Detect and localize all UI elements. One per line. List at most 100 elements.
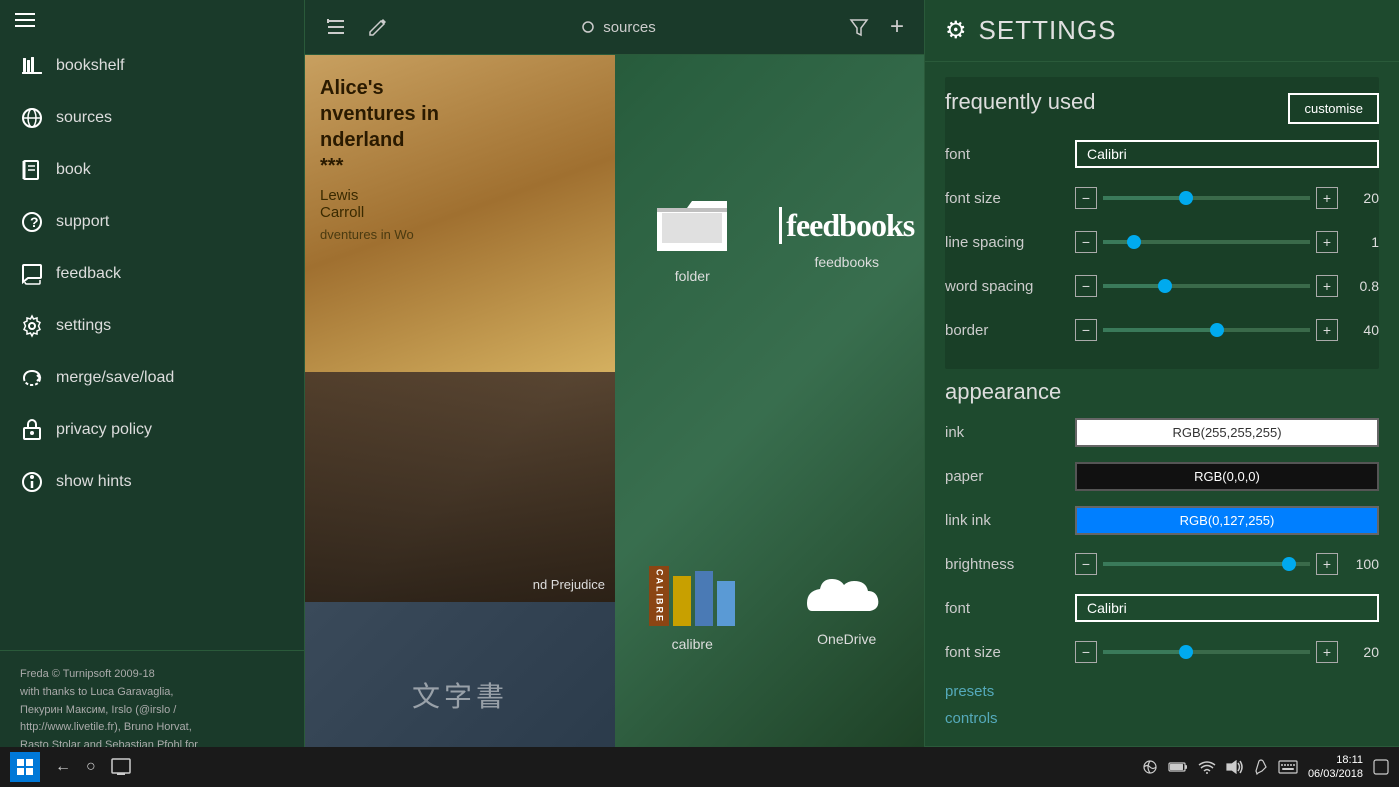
border-plus[interactable]: + (1316, 319, 1338, 341)
sidebar-item-book[interactable]: book (0, 144, 304, 196)
brightness-track[interactable] (1103, 562, 1310, 566)
fontsize-minus[interactable]: − (1075, 187, 1097, 209)
sidebar-label-hints: show hints (56, 473, 132, 491)
sidebar: bookshelf sources (0, 0, 305, 787)
paper-color-button[interactable]: RGB(0,0,0) (1075, 462, 1379, 491)
border-minus[interactable]: − (1075, 319, 1097, 341)
appfont-select[interactable]: Calibri (1075, 594, 1379, 622)
appfontsize-track[interactable] (1103, 650, 1310, 654)
wifi-icon[interactable] (1198, 760, 1216, 774)
sidebar-item-feedback[interactable]: feedback (0, 248, 304, 300)
font-control: Calibri (1075, 140, 1379, 168)
source-feedbooks[interactable]: feedbooks feedbooks (779, 207, 914, 270)
brightness-minus[interactable]: − (1075, 553, 1097, 575)
volume-icon[interactable] (1226, 760, 1244, 774)
linespacing-minus[interactable]: − (1075, 231, 1097, 253)
filter-icon[interactable] (848, 16, 870, 38)
customise-button[interactable]: customise (1288, 93, 1379, 124)
paper-control: RGB(0,0,0) (1075, 462, 1379, 491)
wordspacing-plus[interactable]: + (1316, 275, 1338, 297)
hamburger-menu[interactable] (15, 13, 35, 27)
sidebar-item-settings[interactable]: settings (0, 300, 304, 352)
edit-icon[interactable] (367, 16, 389, 38)
brightness-plus[interactable]: + (1316, 553, 1338, 575)
settings-header: ⚙ SETTINGS (925, 0, 1399, 62)
network-icon[interactable] (1142, 759, 1158, 775)
sidebar-item-privacy[interactable]: privacy policy (0, 404, 304, 456)
tablet-mode-button[interactable] (111, 758, 131, 776)
setting-row-wordspacing: word spacing − + 0.8 (945, 269, 1379, 303)
sidebar-item-bookshelf[interactable]: bookshelf (0, 40, 304, 92)
ink-control: RGB(255,255,255) (1075, 418, 1379, 447)
linespacing-label: line spacing (945, 234, 1075, 251)
controls-link[interactable]: controls (945, 706, 1379, 731)
calibre-logo: CALIBRE (649, 556, 735, 626)
start-button[interactable] (10, 752, 40, 782)
center-header: sources + (305, 0, 924, 55)
sidebar-item-hints[interactable]: show hints (0, 456, 304, 508)
settings-body: frequently used customise font Calibri f… (925, 62, 1399, 746)
linespacing-plus[interactable]: + (1316, 231, 1338, 253)
notification-icon[interactable] (1373, 759, 1389, 775)
border-track[interactable] (1103, 328, 1310, 332)
brightness-value: 100 (1344, 556, 1379, 572)
taskbar: ← ○ (0, 747, 1399, 787)
back-button[interactable]: ← (55, 758, 71, 776)
linespacing-track[interactable] (1103, 240, 1310, 244)
sidebar-label-sources: sources (56, 109, 112, 127)
frequently-used-header: frequently used customise (945, 89, 1379, 127)
book-alice-author: LewisCarroll (320, 187, 600, 221)
wordspacing-track[interactable] (1103, 284, 1310, 288)
appfont-label: font (945, 600, 1075, 617)
sidebar-item-sources[interactable]: sources (0, 92, 304, 144)
sidebar-label-merge: merge/save/load (56, 369, 174, 387)
sidebar-item-support[interactable]: ? support (0, 196, 304, 248)
fontsize-value: 20 (1344, 190, 1379, 206)
ink-color-button[interactable]: RGB(255,255,255) (1075, 418, 1379, 447)
wordspacing-minus[interactable]: − (1075, 275, 1097, 297)
setting-row-linkink: link ink RGB(0,127,255) (945, 503, 1379, 537)
battery-icon[interactable] (1168, 761, 1188, 773)
sidebar-item-merge[interactable]: merge/save/load (0, 352, 304, 404)
search-button[interactable]: ○ (86, 758, 96, 776)
brightness-control: − + 100 (1075, 553, 1379, 575)
source-folder[interactable]: folder (652, 193, 732, 284)
book-icon (20, 158, 44, 182)
feedback-icon (20, 262, 44, 286)
book-2[interactable]: nd Prejudice (305, 372, 615, 603)
border-label: border (945, 322, 1075, 339)
list-view-icon[interactable] (325, 16, 347, 38)
font-select[interactable]: Calibri (1075, 140, 1379, 168)
setting-row-brightness: brightness − + 100 (945, 547, 1379, 581)
taskbar-left: ← ○ (10, 752, 131, 782)
source-calibre[interactable]: CALIBRE calibre (649, 556, 735, 652)
setting-row-ink: ink RGB(255,255,255) (945, 415, 1379, 449)
appfontsize-plus[interactable]: + (1316, 641, 1338, 663)
add-icon[interactable]: + (890, 13, 904, 41)
center-header-right: + (848, 13, 904, 41)
setting-row-fontsize: font size − + 20 (945, 181, 1379, 215)
font-label: font (945, 146, 1075, 163)
source-onedrive[interactable]: OneDrive (802, 561, 892, 647)
linkink-color-button[interactable]: RGB(0,127,255) (1075, 506, 1379, 535)
fontsize-track[interactable] (1103, 196, 1310, 200)
svg-text:?: ? (30, 214, 39, 230)
sources-icon (20, 106, 44, 130)
setting-row-appfontsize: font size − + 20 (945, 635, 1379, 669)
merge-icon (20, 366, 44, 390)
settings-gear-icon: ⚙ (945, 16, 967, 45)
sidebar-label-bookshelf: bookshelf (56, 57, 125, 75)
bookshelf-icon (20, 54, 44, 78)
fontsize-plus[interactable]: + (1316, 187, 1338, 209)
setting-row-linespacing: line spacing − + 1 (945, 225, 1379, 259)
pen-icon[interactable] (1254, 759, 1268, 775)
appfontsize-minus[interactable]: − (1075, 641, 1097, 663)
hints-icon (20, 470, 44, 494)
presets-link[interactable]: presets (945, 679, 1379, 704)
book-2-title: nd Prejudice (533, 577, 605, 592)
sidebar-label-privacy: privacy policy (56, 421, 152, 439)
keyboard-icon[interactable] (1278, 760, 1298, 774)
book-alice-title: Alice'snventures innderland*** (320, 75, 600, 179)
book-alice[interactable]: Alice'snventures innderland*** LewisCarr… (305, 55, 615, 372)
setting-row-paper: paper RGB(0,0,0) (945, 459, 1379, 493)
